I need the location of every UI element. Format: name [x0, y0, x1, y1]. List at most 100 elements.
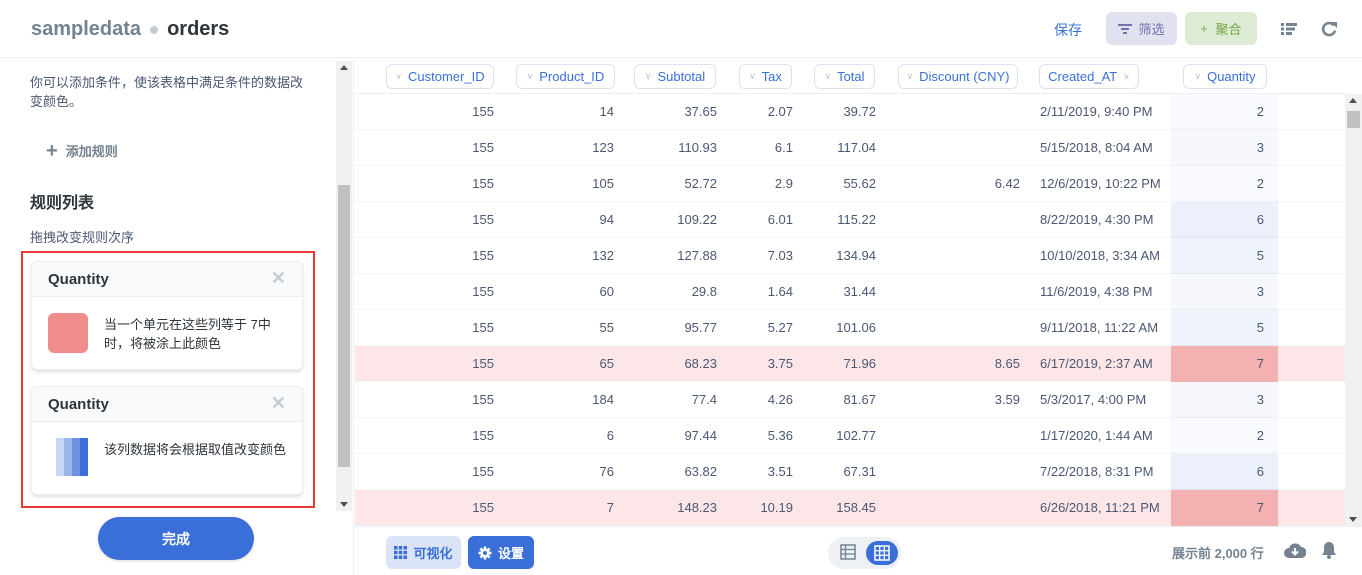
- cell-discount[interactable]: [876, 274, 1020, 310]
- cell-quantity[interactable]: 3: [1171, 274, 1278, 310]
- cell-subtotal[interactable]: 148.23: [614, 490, 717, 526]
- cell-created_at[interactable]: 10/10/2018, 3:34 AM: [1040, 238, 1170, 274]
- cell-customer_id[interactable]: 155: [355, 490, 494, 526]
- grid-view-button[interactable]: [866, 541, 898, 565]
- cell-discount[interactable]: [876, 490, 1020, 526]
- cell-tax[interactable]: 2.07: [717, 94, 793, 130]
- table-view-icon[interactable]: [840, 544, 858, 562]
- cell-tax[interactable]: 5.27: [717, 310, 793, 346]
- cell-discount[interactable]: [876, 310, 1020, 346]
- cell-product_id[interactable]: 132: [494, 238, 614, 274]
- cell-discount[interactable]: 3.59: [876, 382, 1020, 418]
- aggregate-button[interactable]: + 聚合: [1185, 12, 1257, 45]
- column-header-total[interactable]: ∨ Total: [814, 64, 875, 89]
- cell-product_id[interactable]: 6: [494, 418, 614, 454]
- cell-customer_id[interactable]: 155: [355, 130, 494, 166]
- cell-quantity[interactable]: 2: [1171, 166, 1278, 202]
- cell-created_at[interactable]: 7/22/2018, 8:31 PM: [1040, 454, 1170, 490]
- cell-product_id[interactable]: 60: [494, 274, 614, 310]
- cell-product_id[interactable]: 123: [494, 130, 614, 166]
- scroll-up-icon[interactable]: [1349, 98, 1357, 103]
- cell-tax[interactable]: 6.01: [717, 202, 793, 238]
- cell-created_at[interactable]: 6/26/2018, 11:21 PM: [1040, 490, 1170, 526]
- cell-discount[interactable]: [876, 94, 1020, 130]
- column-header-tax[interactable]: ∨ Tax: [739, 64, 792, 89]
- cell-tax[interactable]: 3.51: [717, 454, 793, 490]
- cell-total[interactable]: 134.94: [793, 238, 876, 274]
- cell-product_id[interactable]: 7: [494, 490, 614, 526]
- column-header-subtotal[interactable]: ∨ Subtotal: [634, 64, 716, 89]
- cell-subtotal[interactable]: 95.77: [614, 310, 717, 346]
- cell-total[interactable]: 71.96: [793, 346, 876, 382]
- cell-discount[interactable]: [876, 130, 1020, 166]
- cell-customer_id[interactable]: 155: [355, 454, 494, 490]
- settings-button[interactable]: 设置: [468, 536, 534, 569]
- cell-discount[interactable]: [876, 454, 1020, 490]
- cell-quantity[interactable]: 3: [1171, 382, 1278, 418]
- cell-tax[interactable]: 7.03: [717, 238, 793, 274]
- save-button[interactable]: 保存: [1054, 20, 1082, 40]
- close-icon[interactable]: ✕: [271, 268, 286, 289]
- download-icon[interactable]: [1284, 542, 1307, 565]
- cell-created_at[interactable]: 9/11/2018, 11:22 AM: [1040, 310, 1170, 346]
- cell-total[interactable]: 55.62: [793, 166, 876, 202]
- cell-discount[interactable]: 8.65: [876, 346, 1020, 382]
- cell-subtotal[interactable]: 97.44: [614, 418, 717, 454]
- rule-card[interactable]: Quantity ✕ 当一个单元在这些列等于 7中时，将被涂上此颜色: [31, 261, 303, 370]
- close-icon[interactable]: ✕: [271, 393, 286, 414]
- cell-subtotal[interactable]: 77.4: [614, 382, 717, 418]
- cell-customer_id[interactable]: 155: [355, 418, 494, 454]
- cell-subtotal[interactable]: 110.93: [614, 130, 717, 166]
- cell-total[interactable]: 31.44: [793, 274, 876, 310]
- cell-product_id[interactable]: 65: [494, 346, 614, 382]
- cell-quantity[interactable]: 5: [1171, 238, 1278, 274]
- column-header-created_at[interactable]: Created_AT ∨: [1039, 64, 1139, 89]
- cell-tax[interactable]: 5.36: [717, 418, 793, 454]
- cell-product_id[interactable]: 76: [494, 454, 614, 490]
- cell-quantity[interactable]: 3: [1171, 130, 1278, 166]
- cell-discount[interactable]: [876, 238, 1020, 274]
- cell-product_id[interactable]: 105: [494, 166, 614, 202]
- cell-tax[interactable]: 2.9: [717, 166, 793, 202]
- scroll-down-icon[interactable]: [1349, 517, 1357, 522]
- cell-tax[interactable]: 1.64: [717, 274, 793, 310]
- cell-total[interactable]: 158.45: [793, 490, 876, 526]
- visualize-button[interactable]: 可视化: [386, 536, 461, 569]
- cell-created_at[interactable]: 2/11/2019, 9:40 PM: [1040, 94, 1170, 130]
- cell-created_at[interactable]: 6/17/2019, 2:37 AM: [1040, 346, 1170, 382]
- cell-quantity[interactable]: 6: [1171, 202, 1278, 238]
- cell-tax[interactable]: 3.75: [717, 346, 793, 382]
- done-button[interactable]: 完成: [98, 517, 254, 560]
- add-rule-button[interactable]: + 添加规则: [46, 141, 118, 161]
- cell-tax[interactable]: 6.1: [717, 130, 793, 166]
- cell-created_at[interactable]: 5/3/2017, 4:00 PM: [1040, 382, 1170, 418]
- rule-card[interactable]: Quantity ✕ 该列数据将会根据取值改变颜色: [31, 386, 303, 495]
- cell-total[interactable]: 101.06: [793, 310, 876, 346]
- bell-icon[interactable]: [1321, 541, 1337, 564]
- cell-created_at[interactable]: 8/22/2019, 4:30 PM: [1040, 202, 1170, 238]
- cell-subtotal[interactable]: 29.8: [614, 274, 717, 310]
- cell-subtotal[interactable]: 37.65: [614, 94, 717, 130]
- refresh-icon[interactable]: [1318, 18, 1340, 40]
- cell-created_at[interactable]: 5/15/2018, 8:04 AM: [1040, 130, 1170, 166]
- cell-total[interactable]: 102.77: [793, 418, 876, 454]
- cell-subtotal[interactable]: 52.72: [614, 166, 717, 202]
- cell-total[interactable]: 81.67: [793, 382, 876, 418]
- cell-quantity[interactable]: 7: [1171, 346, 1278, 382]
- cell-customer_id[interactable]: 155: [355, 346, 494, 382]
- cell-quantity[interactable]: 2: [1171, 418, 1278, 454]
- list-icon[interactable]: [1278, 18, 1300, 40]
- cell-tax[interactable]: 10.19: [717, 490, 793, 526]
- column-header-discount[interactable]: ∨ Discount (CNY): [898, 64, 1018, 89]
- scroll-up-icon[interactable]: [340, 65, 348, 70]
- cell-customer_id[interactable]: 155: [355, 382, 494, 418]
- cell-quantity[interactable]: 6: [1171, 454, 1278, 490]
- cell-created_at[interactable]: 11/6/2019, 4:38 PM: [1040, 274, 1170, 310]
- cell-product_id[interactable]: 94: [494, 202, 614, 238]
- table-scrollbar[interactable]: [1345, 94, 1362, 526]
- cell-customer_id[interactable]: 155: [355, 238, 494, 274]
- cell-created_at[interactable]: 1/17/2020, 1:44 AM: [1040, 418, 1170, 454]
- scrollbar-thumb[interactable]: [1347, 111, 1360, 128]
- cell-total[interactable]: 67.31: [793, 454, 876, 490]
- cell-tax[interactable]: 4.26: [717, 382, 793, 418]
